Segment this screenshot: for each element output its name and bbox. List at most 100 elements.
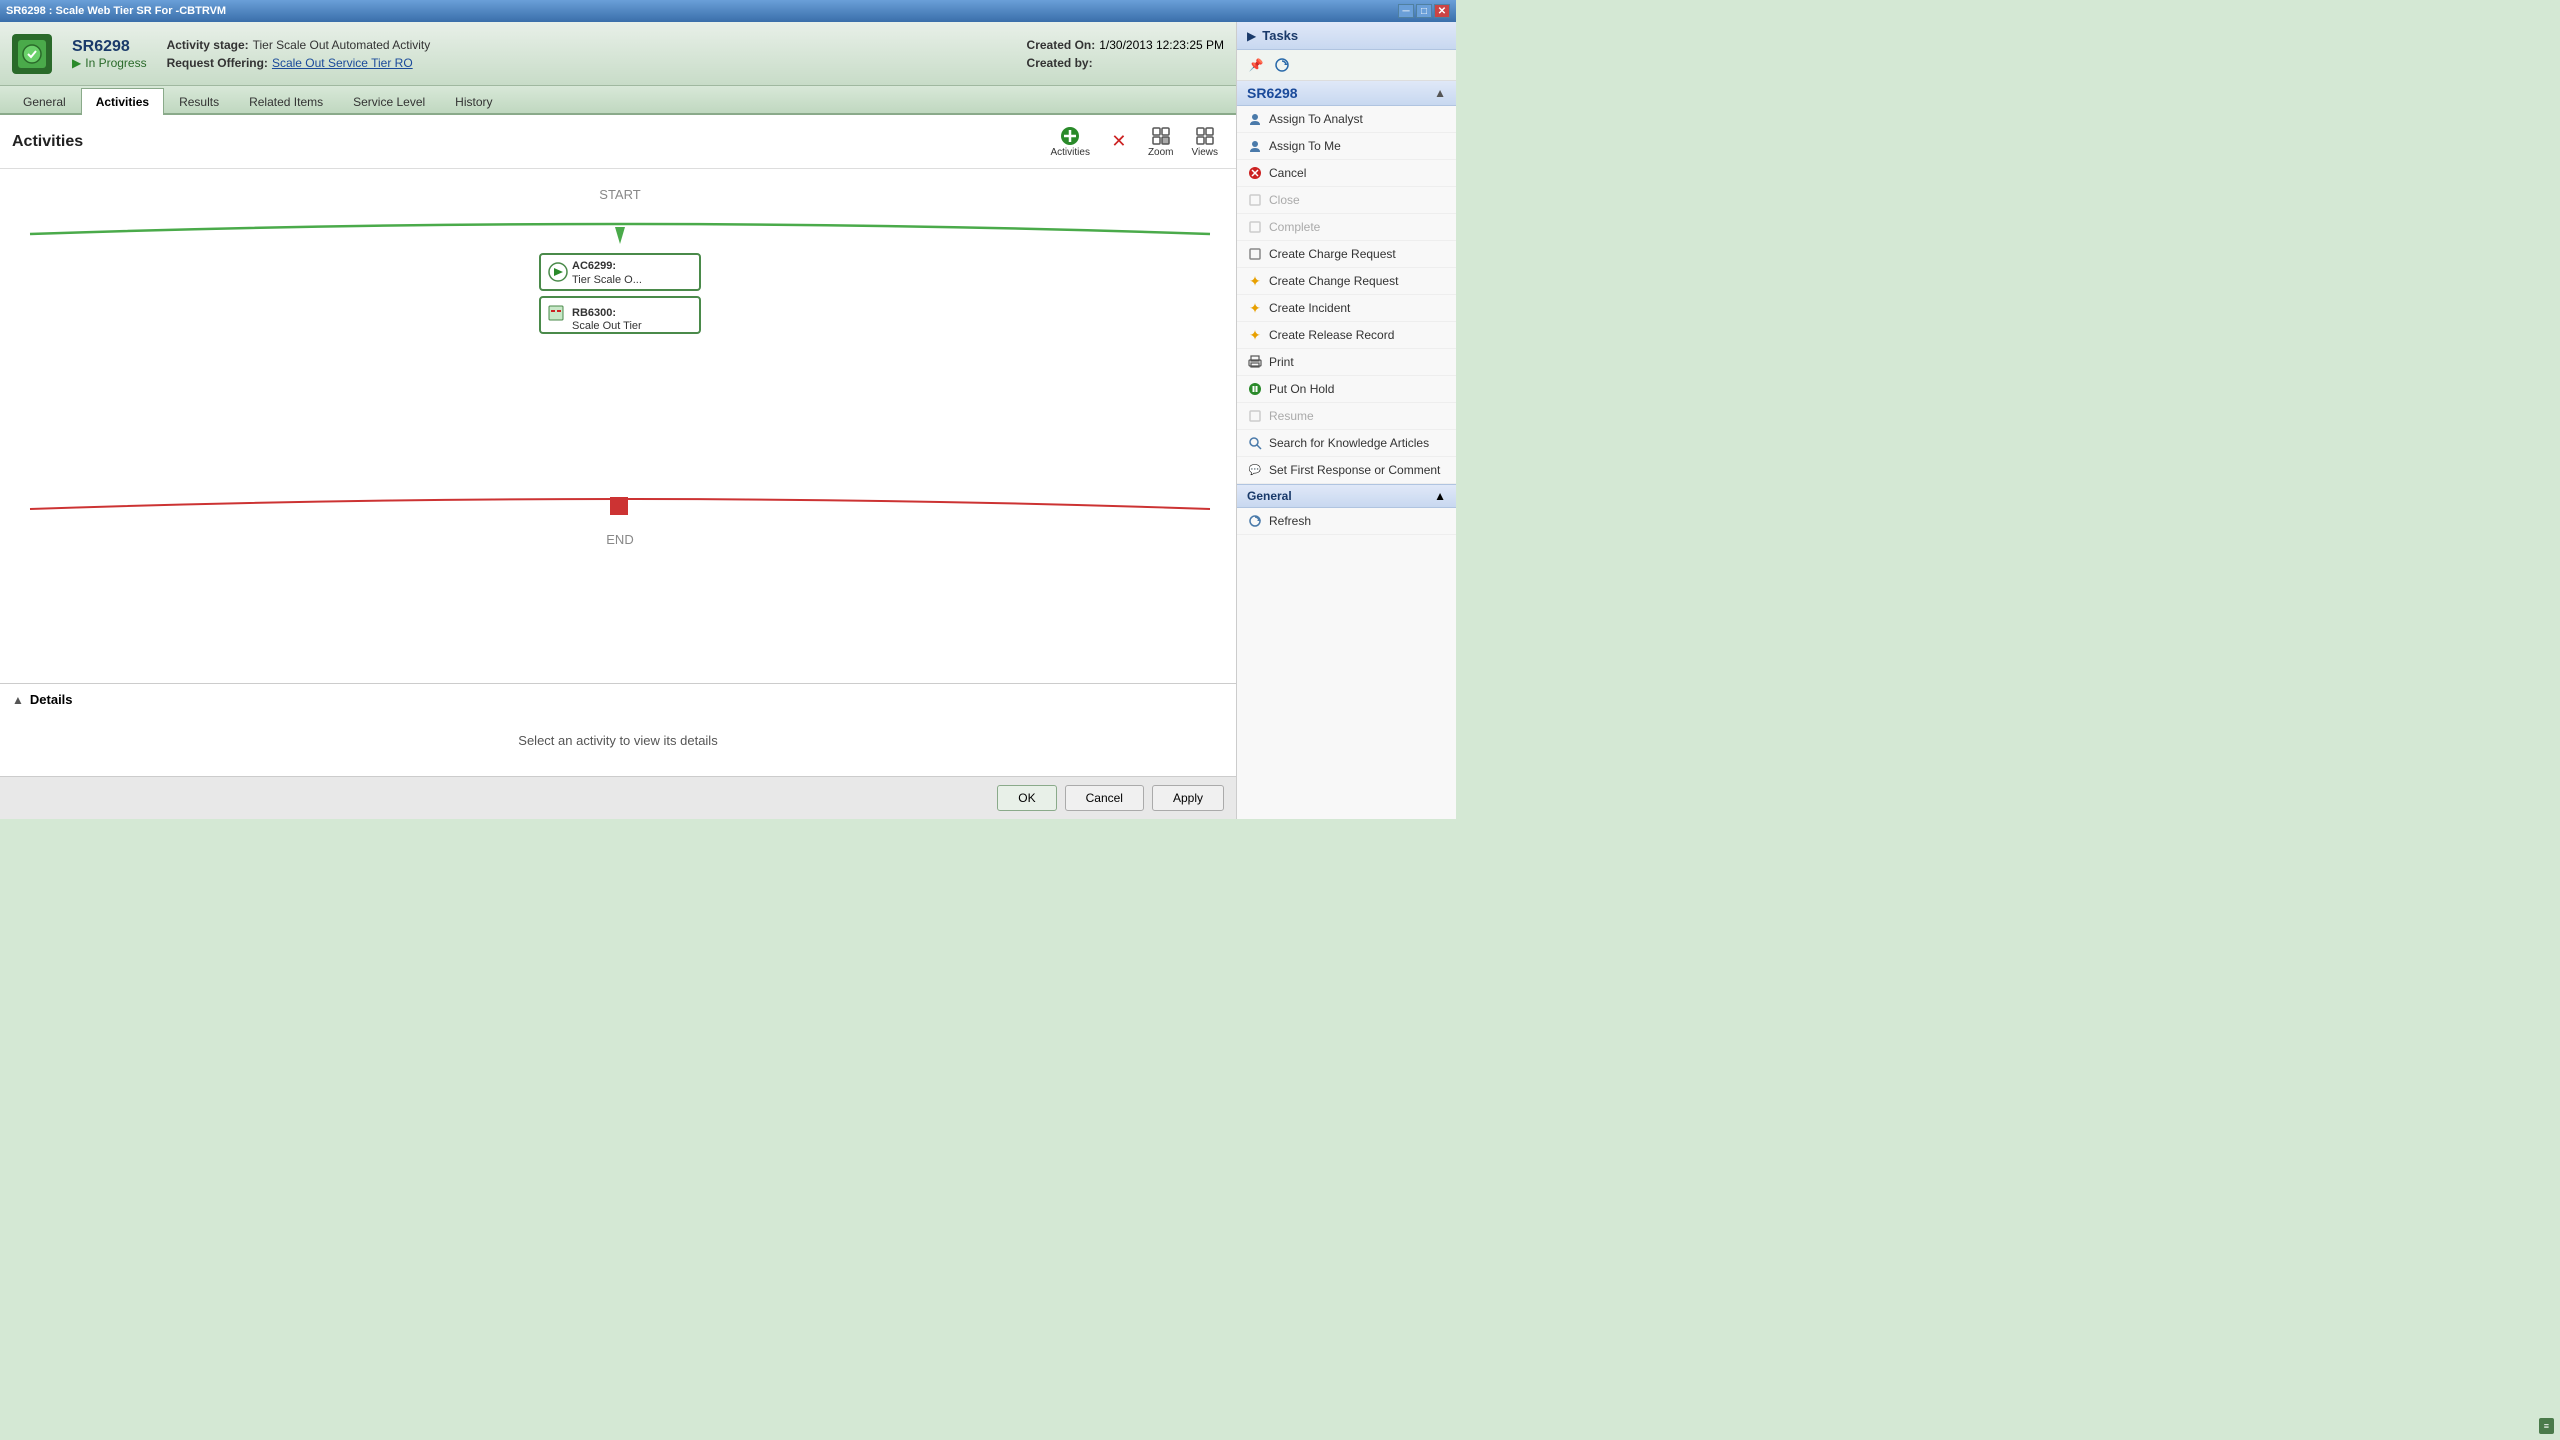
tasks-header: ▶ Tasks	[1237, 22, 1456, 50]
sr-badge-number: SR6298	[1247, 85, 1298, 101]
tab-results[interactable]: Results	[164, 88, 234, 115]
menu-item-cancel[interactable]: Cancel	[1237, 160, 1456, 187]
tab-history[interactable]: History	[440, 88, 507, 115]
svg-text:START: START	[599, 187, 640, 202]
expand-icon[interactable]: ▶	[1247, 29, 1256, 43]
minimize-btn[interactable]: ─	[1398, 4, 1414, 18]
sr-badge: SR6298 ▲	[1237, 81, 1456, 106]
tab-activities[interactable]: Activities	[81, 88, 164, 115]
create-release-label: Create Release Record	[1269, 328, 1394, 342]
cancel-button[interactable]: Cancel	[1065, 785, 1144, 811]
add-activities-btn[interactable]: Activities	[1044, 123, 1095, 160]
header-right: Created On: 1/30/2013 12:23:25 PM Create…	[1027, 38, 1224, 70]
create-incident-label: Create Incident	[1269, 301, 1350, 315]
svg-text:Tier Scale O...: Tier Scale O...	[572, 274, 642, 286]
put-on-hold-label: Put On Hold	[1269, 382, 1334, 396]
search-knowledge-icon	[1247, 435, 1263, 451]
header-title-section: SR6298 ▶ In Progress	[72, 38, 147, 70]
details-header[interactable]: ▲ Details	[12, 692, 1224, 707]
header-center: Activity stage: Tier Scale Out Automated…	[167, 38, 1007, 70]
menu-item-search-knowledge[interactable]: Search for Knowledge Articles	[1237, 430, 1456, 457]
views-label: Views	[1192, 147, 1219, 158]
sr-collapse-icon[interactable]: ▲	[1434, 86, 1446, 100]
status-text: In Progress	[85, 56, 146, 70]
maximize-btn[interactable]: □	[1416, 4, 1432, 18]
activities-toolbar: Activities Activities ✕	[0, 115, 1236, 169]
activity-stage-value: Tier Scale Out Automated Activity	[253, 38, 431, 52]
window-title: SR6298 : Scale Web Tier SR For -CBTRVM	[6, 5, 226, 17]
refresh-icon	[1247, 513, 1263, 529]
menu-item-create-change[interactable]: ✦ Create Change Request	[1237, 268, 1456, 295]
close-btn[interactable]: ✕	[1434, 4, 1450, 18]
create-charge-label: Create Charge Request	[1269, 247, 1396, 261]
logo-icon	[18, 40, 46, 68]
assign-me-label: Assign To Me	[1269, 139, 1341, 153]
print-icon	[1247, 354, 1263, 370]
menu-item-refresh[interactable]: Refresh	[1237, 508, 1456, 535]
request-offering-field: Request Offering: Scale Out Service Tier…	[167, 56, 1007, 70]
create-change-label: Create Change Request	[1269, 274, 1398, 288]
refresh-label: Refresh	[1269, 514, 1311, 528]
created-by-field: Created by:	[1027, 56, 1224, 70]
diagram-area[interactable]: START AC6299: Tier Scale O... RB6300: Sc	[0, 169, 1236, 683]
pin-icon[interactable]: 📌	[1245, 54, 1267, 76]
created-on-field: Created On: 1/30/2013 12:23:25 PM	[1027, 38, 1224, 52]
refresh-small-icon[interactable]	[1271, 54, 1293, 76]
views-icon	[1194, 125, 1216, 147]
activity-stage-field: Activity stage: Tier Scale Out Automated…	[167, 38, 1007, 52]
details-content: Select an activity to view its details	[12, 713, 1224, 768]
zoom-btn[interactable]: Zoom	[1142, 123, 1180, 160]
general-section-title: General	[1247, 489, 1292, 503]
menu-item-assign-me[interactable]: Assign To Me	[1237, 133, 1456, 160]
delete-icon: ✕	[1108, 131, 1130, 153]
diagram-svg: START AC6299: Tier Scale O... RB6300: Sc	[0, 169, 1236, 683]
activities-title: Activities	[12, 133, 83, 151]
general-section-collapse[interactable]: ▲	[1434, 489, 1446, 503]
apply-button[interactable]: Apply	[1152, 785, 1224, 811]
app-logo	[12, 34, 52, 74]
complete-label: Complete	[1269, 220, 1320, 234]
details-section: ▲ Details Select an activity to view its…	[0, 683, 1236, 776]
menu-item-create-release[interactable]: ✦ Create Release Record	[1237, 322, 1456, 349]
created-on-value: 1/30/2013 12:23:25 PM	[1099, 38, 1224, 52]
resume-icon	[1247, 408, 1263, 424]
add-icon	[1059, 125, 1081, 147]
menu-item-put-on-hold[interactable]: Put On Hold	[1237, 376, 1456, 403]
menu-item-set-first-response[interactable]: 💬 Set First Response or Comment	[1237, 457, 1456, 484]
create-change-icon: ✦	[1247, 273, 1263, 289]
menu-item-assign-analyst[interactable]: Assign To Analyst	[1237, 106, 1456, 133]
general-section-header[interactable]: General ▲	[1237, 484, 1456, 508]
svg-text:END: END	[606, 532, 633, 547]
assign-me-icon	[1247, 138, 1263, 154]
tab-service-level[interactable]: Service Level	[338, 88, 440, 115]
created-by-label: Created by:	[1027, 56, 1093, 70]
delete-btn[interactable]: ✕	[1102, 129, 1136, 155]
request-offering-label: Request Offering:	[167, 56, 268, 70]
create-charge-icon	[1247, 246, 1263, 262]
ok-button[interactable]: OK	[997, 785, 1056, 811]
tasks-title: Tasks	[1262, 28, 1298, 43]
zoom-label: Zoom	[1148, 147, 1174, 158]
svg-text:AC6299:: AC6299:	[572, 260, 616, 272]
header: SR6298 ▶ In Progress Activity stage: Tie…	[0, 22, 1236, 86]
header-status: ▶ In Progress	[72, 56, 147, 70]
tab-related-items[interactable]: Related Items	[234, 88, 338, 115]
resume-label: Resume	[1269, 409, 1314, 423]
menu-item-print[interactable]: Print	[1237, 349, 1456, 376]
menu-item-create-incident[interactable]: ✦ Create Incident	[1237, 295, 1456, 322]
create-incident-icon: ✦	[1247, 300, 1263, 316]
window-controls[interactable]: ─ □ ✕	[1398, 4, 1450, 18]
zoom-icon	[1150, 125, 1172, 147]
menu-item-close: Close	[1237, 187, 1456, 214]
cancel-label: Cancel	[1269, 166, 1306, 180]
tab-general[interactable]: General	[8, 88, 81, 115]
menu-item-create-charge[interactable]: Create Charge Request	[1237, 241, 1456, 268]
details-empty-message: Select an activity to view its details	[518, 733, 717, 748]
request-offering-value[interactable]: Scale Out Service Tier RO	[272, 56, 413, 70]
sr-number: SR6298	[72, 38, 147, 56]
main-container: SR6298 ▶ In Progress Activity stage: Tie…	[0, 22, 1456, 819]
close-menu-icon	[1247, 192, 1263, 208]
general-menu-list: Refresh	[1237, 508, 1456, 535]
views-btn[interactable]: Views	[1186, 123, 1225, 160]
right-menu-list: Assign To Analyst Assign To Me Cancel Cl…	[1237, 106, 1456, 484]
